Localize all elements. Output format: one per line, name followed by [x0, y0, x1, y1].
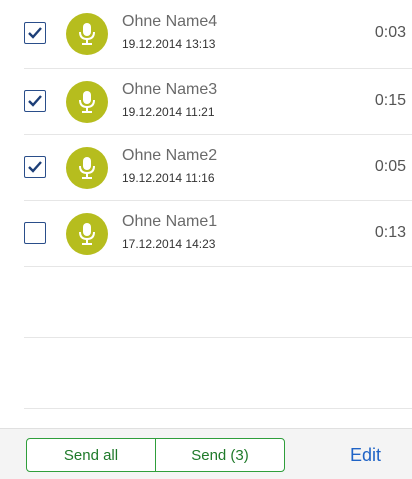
bottom-toolbar: Send all Send (3) Edit: [0, 428, 412, 479]
recording-name: Ohne Name4: [122, 13, 218, 30]
recording-date: 19.12.2014 11:21: [122, 105, 215, 119]
microphone-icon: [66, 13, 108, 55]
send-all-button[interactable]: Send all: [27, 439, 156, 471]
recording-duration: 0:15: [374, 91, 406, 109]
recording-name: Ohne Name1: [122, 213, 218, 230]
recording-duration: 0:03: [374, 24, 406, 41]
check-icon: [28, 27, 42, 39]
microphone-icon: [66, 80, 108, 123]
list-item[interactable]: Ohne Name3 19.12.2014 11:21 0:15: [24, 69, 412, 135]
list-item[interactable]: Ohne Name2 19.12.2014 11:16 0:05: [24, 135, 412, 201]
checkbox-checked[interactable]: [24, 89, 46, 112]
recording-name: Ohne Name2: [122, 147, 218, 164]
recordings-list: Ohne Name4 19.12.2014 13:13 0:03 Ohne Na…: [0, 0, 412, 409]
checkbox-checked[interactable]: [24, 155, 46, 178]
check-icon: [28, 160, 42, 173]
empty-row-divider: [24, 338, 412, 409]
send-selected-button[interactable]: Send (3): [156, 439, 284, 471]
recording-date: 17.12.2014 14:23: [122, 237, 216, 251]
recording-duration: 0:05: [374, 157, 406, 175]
microphone-icon: [66, 212, 108, 255]
microphone-icon: [66, 146, 108, 189]
recording-duration: 0:13: [374, 223, 406, 241]
recording-date: 19.12.2014 13:13: [122, 37, 216, 51]
recording-name: Ohne Name3: [122, 81, 218, 98]
empty-row-divider: [24, 267, 412, 338]
send-segmented-control: Send all Send (3): [26, 438, 285, 472]
recording-date: 19.12.2014 11:16: [122, 171, 215, 185]
check-icon: [28, 94, 42, 107]
edit-button[interactable]: Edit: [350, 445, 381, 466]
list-item[interactable]: Ohne Name1 17.12.2014 14:23 0:13: [24, 201, 412, 267]
list-item[interactable]: Ohne Name4 19.12.2014 13:13 0:03: [24, 0, 412, 69]
checkbox-checked[interactable]: [24, 22, 46, 44]
checkbox-unchecked[interactable]: [24, 221, 46, 244]
